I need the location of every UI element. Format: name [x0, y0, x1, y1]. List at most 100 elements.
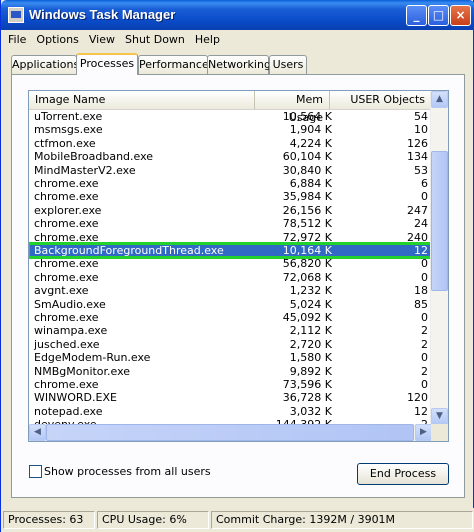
process-user-objects: 53 — [414, 163, 428, 177]
process-mem-usage: 45,092 K — [282, 311, 332, 324]
process-mem-usage: 26,156 K — [282, 203, 332, 217]
process-user-objects: 2 — [421, 364, 428, 378]
table-row[interactable]: chrome.exe 78,512 K 24 — [29, 217, 432, 230]
process-mem-usage: 1,580 K — [289, 351, 332, 365]
table-row[interactable]: explorer.exe 26,156 K 247 — [29, 204, 432, 217]
close-button[interactable]: × — [450, 5, 471, 26]
process-mem-usage: 4,224 K — [289, 136, 332, 150]
menu-options[interactable]: Options — [31, 30, 83, 50]
process-mem-usage: 30,840 K — [282, 163, 332, 177]
table-row[interactable]: BackgroundForegroundThread.exe 10,164 K 12 — [29, 241, 434, 260]
task-manager-icon — [8, 7, 24, 23]
process-user-objects: 240 — [407, 230, 428, 244]
table-row[interactable]: chrome.exe 72,068 K 0 — [29, 271, 432, 284]
table-row[interactable]: NMBgMonitor.exe 9,892 K 2 — [29, 365, 432, 378]
process-name: chrome.exe — [34, 311, 99, 324]
list-header: Image Name Mem Usage USER Objects — [29, 91, 432, 124]
process-mem-usage: 72,068 K — [282, 270, 332, 284]
column-mem-usage[interactable]: Mem Usage — [255, 91, 330, 124]
column-user-objects[interactable]: USER Objects — [330, 91, 432, 109]
maximize-button[interactable]: □ — [428, 5, 449, 26]
tab-performance[interactable]: Performance — [138, 55, 209, 74]
process-mem-usage: 2,112 K — [289, 324, 332, 338]
process-name: ctfmon.exe — [34, 136, 96, 150]
process-user-objects: 0 — [421, 311, 428, 324]
process-user-objects: 54 — [414, 110, 428, 123]
process-user-objects: 134 — [407, 150, 428, 164]
table-row[interactable]: winampa.exe 2,112 K 2 — [29, 324, 432, 337]
process-name: notepad.exe — [34, 404, 103, 418]
table-row[interactable]: EdgeModem-Run.exe 1,580 K 0 — [29, 351, 432, 364]
tab-networking[interactable]: Networking — [207, 55, 271, 74]
menu-view[interactable]: View — [84, 30, 120, 50]
process-name: msmsgs.exe — [34, 123, 103, 137]
tab-users[interactable]: Users — [269, 55, 307, 74]
process-name: MindMasterV2.exe — [34, 163, 136, 177]
process-user-objects: 0 — [421, 270, 428, 284]
process-name: MobileBroadband.exe — [34, 150, 154, 164]
process-name: avgnt.exe — [34, 284, 89, 298]
process-name: explorer.exe — [34, 203, 102, 217]
table-row[interactable]: jusched.exe 2,720 K 2 — [29, 338, 432, 351]
table-row[interactable]: chrome.exe 73,596 K 0 — [29, 378, 432, 391]
menu-file[interactable]: File — [3, 30, 31, 50]
process-user-objects: 0 — [421, 257, 428, 271]
column-image-name[interactable]: Image Name — [29, 91, 255, 109]
process-mem-usage: 6,884 K — [289, 177, 332, 190]
tab-applications[interactable]: Applications — [11, 55, 79, 74]
process-user-objects: 6 — [421, 177, 428, 190]
table-row[interactable]: notepad.exe 3,032 K 12 — [29, 405, 432, 418]
process-name: chrome.exe — [34, 270, 99, 284]
process-user-objects: 2 — [421, 337, 428, 351]
process-user-objects: 247 — [407, 203, 428, 217]
table-row[interactable]: chrome.exe 72,972 K 240 — [29, 231, 432, 244]
horizontal-scroll-thumb[interactable] — [46, 424, 414, 441]
table-row[interactable]: chrome.exe 6,884 K 6 — [29, 177, 432, 190]
title-bar[interactable]: Windows Task Manager _ □ × — [1, 0, 474, 30]
status-cpu-usage: CPU Usage: 6% — [97, 511, 209, 529]
process-mem-usage: 72,972 K — [282, 230, 332, 244]
table-row[interactable]: ctfmon.exe 4,224 K 126 — [29, 137, 432, 150]
status-commit-charge: Commit Charge: 1392M / 3901M — [211, 511, 473, 529]
table-row[interactable]: SmAudio.exe 5,024 K 85 — [29, 298, 432, 311]
vertical-scrollbar[interactable]: ▲ ▼ — [430, 91, 448, 425]
end-process-button[interactable]: End Process — [357, 463, 449, 485]
scroll-up-button[interactable]: ▲ — [431, 91, 448, 108]
table-row[interactable]: uTorrent.exe 10,564 K 54 — [29, 110, 432, 123]
process-user-objects: 12 — [414, 404, 428, 418]
process-user-objects: 2 — [421, 324, 428, 338]
scroll-down-button[interactable]: ▼ — [431, 408, 448, 425]
process-name: chrome.exe — [34, 378, 99, 391]
table-row[interactable]: chrome.exe 45,092 K 0 — [29, 311, 432, 324]
show-all-processes-label[interactable]: Show processes from all users — [44, 465, 211, 478]
process-mem-usage: 1,904 K — [289, 123, 332, 137]
table-row[interactable]: MindMasterV2.exe 30,840 K 53 — [29, 164, 432, 177]
show-all-processes-checkbox[interactable] — [29, 465, 42, 478]
table-row[interactable]: WINWORD.EXE 36,728 K 120 — [29, 391, 432, 404]
process-name: chrome.exe — [34, 257, 99, 271]
process-mem-usage: 9,892 K — [289, 364, 332, 378]
menu-help[interactable]: Help — [190, 30, 225, 50]
table-row[interactable]: chrome.exe 35,984 K 0 — [29, 190, 432, 203]
horizontal-scrollbar[interactable]: ◀ ▶ — [29, 424, 432, 441]
scroll-thumb[interactable] — [431, 151, 448, 291]
process-name: jusched.exe — [34, 337, 100, 351]
process-name: NMBgMonitor.exe — [34, 364, 131, 378]
menu-shut-down[interactable]: Shut Down — [120, 30, 190, 50]
task-manager-window: Windows Task Manager _ □ × File Options Vi… — [0, 0, 474, 532]
process-mem-usage: 56,820 K — [282, 257, 332, 271]
process-name: WINWORD.EXE — [34, 391, 117, 405]
table-row[interactable]: avgnt.exe 1,232 K 18 — [29, 284, 432, 297]
tab-processes[interactable]: Processes — [76, 53, 138, 75]
table-row[interactable]: chrome.exe 56,820 K 0 — [29, 257, 432, 270]
table-row[interactable]: MobileBroadband.exe 60,104 K 134 — [29, 150, 432, 163]
process-user-objects: 0 — [421, 378, 428, 391]
scroll-corner — [431, 424, 448, 441]
table-row[interactable]: msmsgs.exe 1,904 K 10 — [29, 123, 432, 136]
minimize-button[interactable]: _ — [406, 5, 427, 26]
scroll-right-button[interactable]: ▶ — [415, 424, 432, 441]
process-list[interactable]: Image Name Mem Usage USER Objects uTorre… — [28, 90, 449, 442]
process-user-objects: 85 — [414, 297, 428, 311]
process-mem-usage: 78,512 K — [282, 217, 332, 231]
scroll-left-button[interactable]: ◀ — [29, 424, 46, 441]
